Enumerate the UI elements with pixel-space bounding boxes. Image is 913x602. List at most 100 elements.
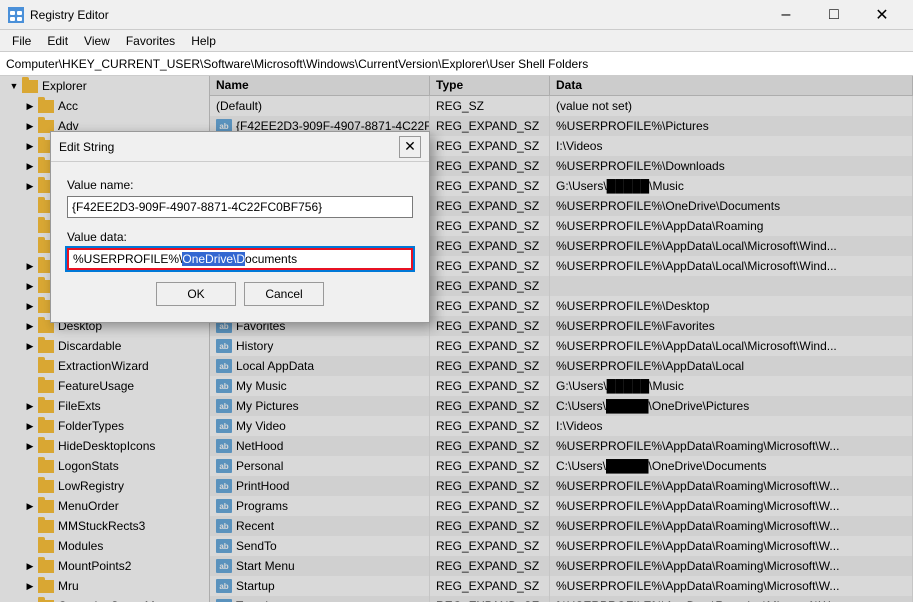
sidebar-item-explorer[interactable]: ▼ Explorer — [0, 76, 209, 96]
cell-type: REG_EXPAND_SZ — [430, 216, 550, 236]
expand-icon — [24, 520, 36, 532]
sidebar-label: ExtractionWizard — [58, 359, 149, 373]
menu-view[interactable]: View — [76, 32, 118, 50]
ab-icon: ab — [216, 519, 232, 533]
table-row[interactable]: abMy PicturesREG_EXPAND_SZC:\Users\█████… — [210, 396, 913, 416]
cell-type: REG_EXPAND_SZ — [430, 136, 550, 156]
sidebar-label: MenuOrder — [58, 499, 119, 513]
cell-data: %USERPROFILE%\AppData\Roaming\Microsoft\… — [550, 556, 913, 576]
cell-type: REG_EXPAND_SZ — [430, 316, 550, 336]
dialog-close-button[interactable]: ✕ — [399, 136, 421, 158]
table-row[interactable]: abPrintHoodREG_EXPAND_SZ%USERPROFILE%\Ap… — [210, 476, 913, 496]
table-row[interactable]: abLocal AppDataREG_EXPAND_SZ%USERPROFILE… — [210, 356, 913, 376]
sidebar-item-lowregistry[interactable]: LowRegistry — [0, 476, 209, 496]
cell-data: %USERPROFILE%\Desktop — [550, 296, 913, 316]
cell-name-text: History — [236, 339, 273, 353]
col-name: Name — [210, 76, 430, 95]
ab-icon: ab — [216, 359, 232, 373]
edit-string-dialog: Edit String ✕ Value name: Value data: OK… — [50, 131, 430, 323]
ab-icon: ab — [216, 419, 232, 433]
sidebar-item-featureusage[interactable]: FeatureUsage — [0, 376, 209, 396]
expand-icon — [24, 200, 36, 212]
sidebar-item-mmstuckrects3[interactable]: MMStuckRects3 — [0, 516, 209, 536]
sidebar-item-fileexts[interactable]: ▶ FileExts — [0, 396, 209, 416]
expand-icon: ▶ — [24, 180, 36, 192]
expand-icon — [24, 380, 36, 392]
table-row[interactable]: abRecentREG_EXPAND_SZ%USERPROFILE%\AppDa… — [210, 516, 913, 536]
table-row[interactable]: abHistoryREG_EXPAND_SZ%USERPROFILE%\AppD… — [210, 336, 913, 356]
minimize-button[interactable]: – — [763, 0, 809, 30]
close-button[interactable]: ✕ — [859, 0, 905, 30]
cell-name: abTemplates — [210, 596, 430, 602]
menu-help[interactable]: Help — [183, 32, 224, 50]
cell-name-text: NetHood — [236, 439, 283, 453]
sidebar-item-operationstatusmanager[interactable]: OperationStatusManager — [0, 596, 209, 602]
address-text: Computer\HKEY_CURRENT_USER\Software\Micr… — [6, 57, 588, 71]
cell-data: %USERPROFILE%\AppData\Roaming\Microsoft\… — [550, 576, 913, 596]
sidebar-item-menuorder[interactable]: ▶ MenuOrder — [0, 496, 209, 516]
menu-file[interactable]: File — [4, 32, 39, 50]
cell-name-text: Local AppData — [236, 359, 314, 373]
folder-icon — [38, 500, 54, 513]
cell-data: %USERPROFILE%\AppData\Local\Microsoft\Wi… — [550, 256, 913, 276]
table-row[interactable]: abMy MusicREG_EXPAND_SZG:\Users\█████\Mu… — [210, 376, 913, 396]
sidebar-item-mountpoints2[interactable]: ▶ MountPoints2 — [0, 556, 209, 576]
cell-type: REG_EXPAND_SZ — [430, 116, 550, 136]
sidebar-item-extractionwizard[interactable]: ExtractionWizard — [0, 356, 209, 376]
table-row[interactable]: abProgramsREG_EXPAND_SZ%USERPROFILE%\App… — [210, 496, 913, 516]
dialog-body: Value name: Value data: OK Cancel — [51, 162, 429, 322]
cell-data: %USERPROFILE%\AppData\Roaming\Microsoft\… — [550, 496, 913, 516]
address-bar: Computer\HKEY_CURRENT_USER\Software\Micr… — [0, 52, 913, 76]
maximize-button[interactable]: □ — [811, 0, 857, 30]
cell-type: REG_EXPAND_SZ — [430, 496, 550, 516]
expand-icon: ▶ — [24, 260, 36, 272]
value-data-label: Value data: — [67, 230, 413, 244]
folder-icon — [38, 340, 54, 353]
table-row[interactable]: abTemplatesREG_EXPAND_SZ%USERPROFILE%\Ap… — [210, 596, 913, 602]
ok-button[interactable]: OK — [156, 282, 236, 306]
ab-icon: ab — [216, 579, 232, 593]
table-row[interactable]: (Default)REG_SZ(value not set) — [210, 96, 913, 116]
table-header: Name Type Data — [210, 76, 913, 96]
sidebar-item-acc[interactable]: ▶ Acc — [0, 96, 209, 116]
cell-name: abMy Music — [210, 376, 430, 396]
expand-icon — [24, 540, 36, 552]
menu-bar: File Edit View Favorites Help — [0, 30, 913, 52]
sidebar-label: MMStuckRects3 — [58, 519, 145, 533]
cell-data: %USERPROFILE%\AppData\Roaming\Microsoft\… — [550, 596, 913, 602]
value-data-input[interactable] — [67, 248, 413, 270]
expand-icon: ▶ — [24, 140, 36, 152]
sidebar-item-modules[interactable]: Modules — [0, 536, 209, 556]
cell-data: G:\Users\█████\Music — [550, 176, 913, 196]
expand-icon: ▶ — [24, 400, 36, 412]
cell-name-text: PrintHood — [236, 479, 289, 493]
folder-icon — [38, 380, 54, 393]
sidebar-label: FolderTypes — [58, 419, 124, 433]
cell-type: REG_EXPAND_SZ — [430, 336, 550, 356]
cell-name-text: My Video — [236, 419, 286, 433]
table-row[interactable]: abSendToREG_EXPAND_SZ%USERPROFILE%\AppDa… — [210, 536, 913, 556]
table-row[interactable]: abStartupREG_EXPAND_SZ%USERPROFILE%\AppD… — [210, 576, 913, 596]
col-data: Data — [550, 76, 913, 95]
cancel-button[interactable]: Cancel — [244, 282, 324, 306]
table-row[interactable]: abMy VideoREG_EXPAND_SZI:\Videos — [210, 416, 913, 436]
sidebar-item-logonstats[interactable]: LogonStats — [0, 456, 209, 476]
cell-name: abSendTo — [210, 536, 430, 556]
sidebar-label: Modules — [58, 539, 103, 553]
sidebar-item-hidedesktopicons[interactable]: ▶ HideDesktopIcons — [0, 436, 209, 456]
menu-favorites[interactable]: Favorites — [118, 32, 183, 50]
value-name-input[interactable] — [67, 196, 413, 218]
cell-type: REG_EXPAND_SZ — [430, 276, 550, 296]
main-layout: ▼ Explorer ▶ Acc ▶ Adv ▶ Aut ▶ Ban ▶ Bit… — [0, 76, 913, 602]
menu-edit[interactable]: Edit — [39, 32, 76, 50]
table-row[interactable]: abNetHoodREG_EXPAND_SZ%USERPROFILE%\AppD… — [210, 436, 913, 456]
ab-icon: ab — [216, 459, 232, 473]
expand-icon: ▶ — [24, 120, 36, 132]
expand-icon — [24, 360, 36, 372]
table-row[interactable]: abPersonalREG_EXPAND_SZC:\Users\█████\On… — [210, 456, 913, 476]
table-row[interactable]: abStart MenuREG_EXPAND_SZ%USERPROFILE%\A… — [210, 556, 913, 576]
sidebar-item-foldertypes[interactable]: ▶ FolderTypes — [0, 416, 209, 436]
expand-icon: ▶ — [24, 280, 36, 292]
sidebar-item-mru[interactable]: ▶ Mru — [0, 576, 209, 596]
sidebar-item-discardable[interactable]: ▶ Discardable — [0, 336, 209, 356]
